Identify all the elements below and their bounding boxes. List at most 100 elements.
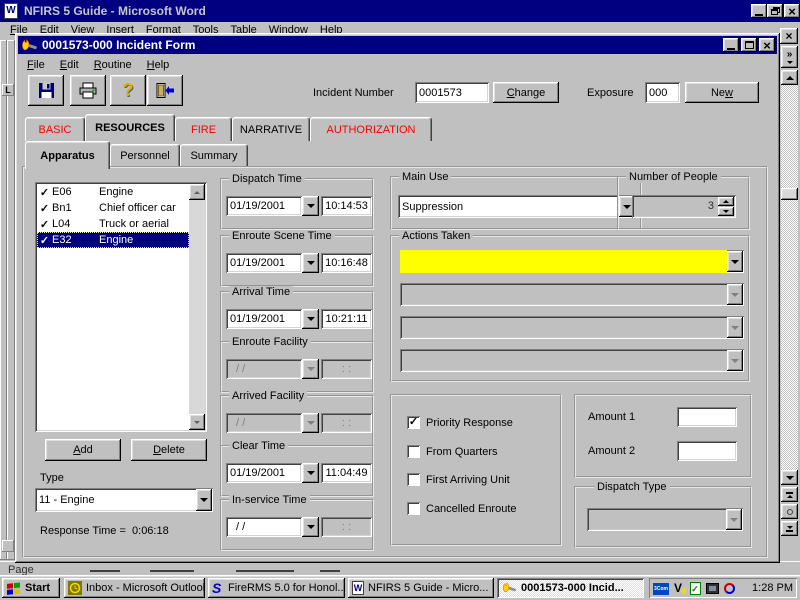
spinner-down-button[interactable]: [718, 207, 734, 216]
first-arriving-unit-checkbox[interactable]: [407, 473, 420, 486]
word-next-page-button[interactable]: [781, 521, 798, 536]
actions-taken-combobox-1[interactable]: [400, 250, 744, 273]
tab-narrative[interactable]: NARRATIVE: [232, 117, 310, 141]
help-button[interactable]: ?: [110, 75, 146, 106]
actions-dropdown-button-1[interactable]: [727, 251, 743, 272]
enroute-scene-date-field[interactable]: 01/19/2001: [226, 253, 302, 273]
taskbar-button-word[interactable]: W NFIRS 5 Guide - Micro...: [348, 578, 494, 598]
taskbar-button-firerms[interactable]: S FireRMS 5.0 for Honol...: [208, 578, 345, 598]
word-document-close-button[interactable]: ×: [780, 28, 798, 44]
cancelled-enroute-checkbox[interactable]: [407, 502, 420, 515]
actions-taken-combobox-2: [400, 283, 744, 306]
dialog-minimize-button[interactable]: [723, 38, 739, 52]
main-use-combobox[interactable]: Suppression: [398, 195, 636, 218]
tab-resources[interactable]: RESOURCES: [85, 114, 175, 141]
from-quarters-checkbox[interactable]: [407, 445, 420, 458]
listbox-scrollbar[interactable]: [189, 184, 205, 430]
sync-arrows-icon[interactable]: [721, 580, 737, 596]
dispatch-type-group: Dispatch Type: [574, 486, 752, 548]
taskbar-button-outlook[interactable]: Inbox - Microsoft Outlook: [64, 578, 205, 598]
statusbar-text-fragment: [150, 570, 194, 572]
main-use-group: Main Use Suppression: [390, 176, 642, 230]
unit-listbox[interactable]: ✓E06Engine ✓Bn1Chief officer car ✓L04Tru…: [35, 182, 207, 432]
save-button[interactable]: [28, 75, 64, 106]
clear-date-dropdown-button[interactable]: [302, 463, 319, 483]
dialog-maximize-button[interactable]: [741, 38, 757, 52]
enroute-scene-time-field[interactable]: 10:16:48: [321, 253, 372, 273]
actions-taken-combobox-4: [400, 349, 744, 372]
word-scroll-down-button[interactable]: [781, 470, 798, 485]
word-tab-stop-selector[interactable]: L: [2, 84, 14, 96]
unit-row[interactable]: ✓L04Truck or aerial: [37, 216, 189, 232]
dispatch-date-field[interactable]: 01/19/2001: [226, 196, 302, 216]
add-button[interactable]: Add: [45, 439, 121, 461]
in-service-date-dropdown-button[interactable]: [302, 517, 319, 537]
word-restore-button[interactable]: [767, 4, 783, 18]
unit-row[interactable]: ✓Bn1Chief officer car: [37, 200, 189, 216]
exit-door-icon: [155, 82, 175, 99]
tab-selector-glyph: L: [5, 85, 11, 95]
arrival-date-dropdown-button[interactable]: [302, 309, 319, 329]
actions-dropdown-button-2: [727, 284, 743, 305]
incident-form-dialog: 0001573-000 Incident Form × File Edit Ro…: [15, 33, 780, 563]
dialog-menu-help[interactable]: Help: [147, 59, 170, 71]
dispatch-date-dropdown-button[interactable]: [302, 196, 319, 216]
priority-response-checkbox[interactable]: ✓: [407, 416, 420, 429]
word-previous-page-button[interactable]: [781, 487, 798, 502]
taskbar-button-incident-form[interactable]: 0001573-000 Incid...: [497, 578, 644, 598]
dialog-menu-edit[interactable]: Edit: [60, 59, 79, 71]
incident-number-field[interactable]: 0001573: [415, 82, 489, 103]
in-service-date-field[interactable]: / /: [226, 517, 302, 537]
tab-summary[interactable]: Summary: [180, 144, 248, 166]
delete-button[interactable]: Delete: [131, 439, 207, 461]
word-normal-view-button[interactable]: [2, 540, 14, 552]
type-combobox[interactable]: 11 - Engine: [35, 488, 213, 512]
spinner-up-button[interactable]: [718, 197, 734, 206]
start-button[interactable]: Start: [2, 578, 60, 598]
dialog-close-button[interactable]: ×: [759, 38, 775, 52]
dispatch-time-field[interactable]: 10:14:53: [321, 196, 372, 216]
word-scrollbar-track[interactable]: [781, 85, 798, 470]
new-button[interactable]: New: [685, 82, 759, 103]
people-count-value: 3: [708, 200, 714, 212]
listbox-scroll-up-button[interactable]: [189, 184, 205, 200]
dispatch-type-dropdown-button: [726, 509, 742, 530]
word-scroll-up-button[interactable]: [781, 70, 798, 85]
word-close-button[interactable]: ×: [784, 4, 800, 18]
dialog-menu-routine[interactable]: Routine: [94, 59, 132, 71]
amount1-field[interactable]: [677, 407, 737, 427]
listbox-scroll-down-button[interactable]: [189, 414, 205, 430]
tab-authorization[interactable]: AUTHORIZATION: [310, 117, 432, 141]
dialog-titlebar[interactable]: 0001573-000 Incident Form ×: [18, 36, 777, 54]
word-browse-object-button[interactable]: [781, 504, 798, 519]
tab-personnel[interactable]: Personnel: [110, 144, 180, 166]
antivirus-shield-icon[interactable]: V: [670, 580, 686, 596]
enroute-scene-date-dropdown-button[interactable]: [302, 253, 319, 273]
word-minimize-button[interactable]: [751, 4, 767, 18]
tab-basic[interactable]: BASIC: [25, 117, 85, 141]
word-scrollbar-thumb[interactable]: [781, 188, 798, 200]
system-tray: 3Com V ✓ 1:28 PM: [649, 578, 797, 598]
clear-time-field[interactable]: 11:04:49: [321, 463, 372, 483]
arrival-date-field[interactable]: 01/19/2001: [226, 309, 302, 329]
tab-apparatus[interactable]: Apparatus: [25, 141, 110, 169]
statusbar-text-fragment: [90, 570, 120, 572]
task-checklist-icon[interactable]: ✓: [687, 580, 703, 596]
3com-network-icon[interactable]: 3Com: [653, 583, 669, 595]
tab-fire[interactable]: FIRE: [175, 117, 232, 141]
clear-date-field[interactable]: 01/19/2001: [226, 463, 302, 483]
arrival-time-field[interactable]: 10:21:11: [321, 309, 372, 329]
unit-row[interactable]: ✓E06Engine: [37, 184, 189, 200]
change-button[interactable]: Change: [493, 82, 559, 103]
word-toolbar-overflow-button[interactable]: »: [781, 46, 798, 68]
type-label: Type: [40, 472, 64, 484]
unit-row-selected[interactable]: ✓E32Engine: [37, 232, 189, 248]
print-button[interactable]: [70, 75, 106, 106]
exit-button[interactable]: [147, 75, 183, 106]
dialog-menu-file[interactable]: File: [27, 59, 45, 71]
amount2-field[interactable]: [677, 441, 737, 461]
type-dropdown-button[interactable]: [196, 489, 212, 511]
display-settings-icon[interactable]: [704, 580, 720, 596]
windows-logo-icon: [6, 581, 21, 595]
exposure-field[interactable]: 000: [645, 82, 680, 103]
